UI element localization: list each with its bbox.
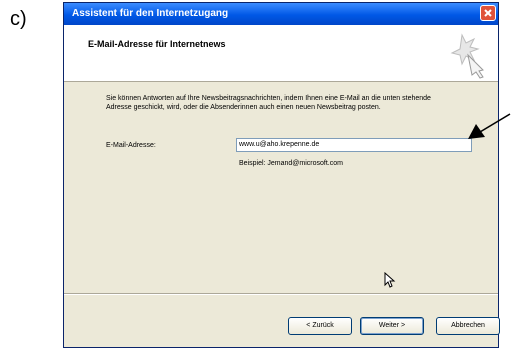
close-button[interactable] xyxy=(480,5,496,21)
window-titlebar[interactable]: Assistent für den Internetzugang xyxy=(64,3,498,25)
example-text: Beispiel: Jemand@microsoft.com xyxy=(239,160,343,167)
figure-label: c) xyxy=(10,8,27,30)
annotation-arrow xyxy=(468,113,511,139)
next-button[interactable]: Weiter > xyxy=(360,317,424,335)
footer-divider xyxy=(64,293,498,295)
wizard-body: Sie können Antworten auf Ihre Newsbeitra… xyxy=(64,82,498,291)
wizard-icon xyxy=(450,33,484,79)
description-text: Sie können Antworten auf Ihre Newsbeitra… xyxy=(106,95,431,111)
wizard-header: E-Mail-Adresse für Internetnews xyxy=(64,25,498,82)
email-label: E-Mail-Adresse: xyxy=(106,142,156,149)
mouse-cursor-icon xyxy=(384,272,396,288)
window-title: Assistent für den Internetzugang xyxy=(72,8,229,19)
header-title: E-Mail-Adresse für Internetnews xyxy=(88,39,226,49)
email-input[interactable]: www.u@aho.krepenne.de xyxy=(236,138,472,152)
close-icon xyxy=(484,9,492,17)
cancel-button[interactable]: Abbrechen xyxy=(436,317,500,335)
back-button[interactable]: < Zurück xyxy=(288,317,352,335)
wizard-window: Assistent für den Internetzugang E-Mail-… xyxy=(63,2,500,348)
